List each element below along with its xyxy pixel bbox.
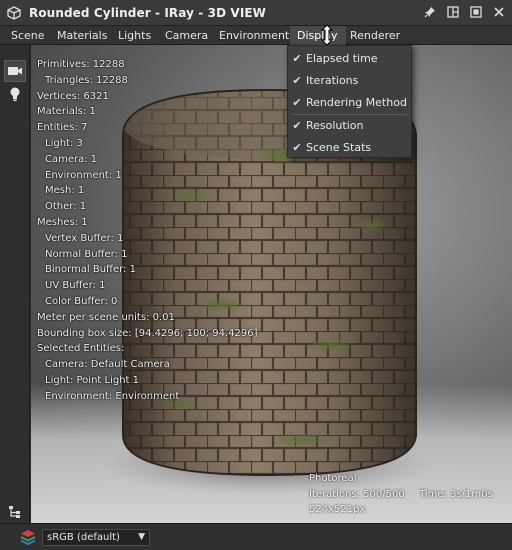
- camera-tool-button[interactable]: [4, 60, 26, 82]
- stat-camera: Camera: 1: [45, 153, 98, 165]
- scene-stats-overlay: Primitives: 12288 Triangles: 12288 Verti…: [37, 57, 258, 405]
- cube-icon: [7, 5, 21, 20]
- render-time: Time: 3s/1m0s: [419, 488, 493, 500]
- stat-meshes: Meshes: 1: [37, 216, 88, 228]
- stat-primitives: Primitives: 12288: [37, 59, 125, 70]
- color-space-select[interactable]: sRGB (default) ▼: [42, 528, 150, 546]
- maximize-icon[interactable]: [469, 5, 483, 19]
- stat-uv-buffer: UV Buffer: 1: [45, 280, 106, 292]
- menu-item-resolution[interactable]: ✔ Resolution: [288, 115, 411, 135]
- left-toolbar: [0, 45, 30, 523]
- close-icon[interactable]: [492, 5, 506, 19]
- stat-selected-entities: Selected Entities:: [37, 343, 125, 355]
- stat-other: Other: 1: [45, 201, 87, 213]
- stat-vertex-buffer: Vertex Buffer: 1: [45, 232, 124, 244]
- checkmark-icon: ✔: [292, 51, 302, 65]
- stat-meter-per-unit: Meter per scene units: 0.01: [37, 311, 175, 323]
- stat-entities: Entities: 7: [37, 122, 88, 134]
- resize-cursor-icon: [320, 24, 334, 46]
- stat-selected-light: Light: Point Light 1: [45, 374, 140, 386]
- stat-light: Light: 3: [45, 137, 83, 149]
- render-method: Photoreal: [309, 473, 357, 484]
- stat-mesh: Mesh: 1: [45, 185, 85, 197]
- menu-item-rendering-method[interactable]: ✔ Rendering Method: [288, 92, 411, 112]
- menu-item-elapsed-time[interactable]: ✔ Elapsed time: [288, 48, 411, 68]
- lightbulb-icon: [10, 87, 20, 101]
- checkmark-icon: ✔: [292, 118, 302, 132]
- menu-scene[interactable]: Scene: [11, 26, 45, 45]
- light-tool-button[interactable]: [4, 83, 26, 105]
- title-bar: Rounded Cylinder - IRay - 3D VIEW: [0, 0, 512, 26]
- stat-materials: Materials: 1: [37, 106, 96, 118]
- menu-renderer[interactable]: Renderer: [350, 26, 400, 45]
- stat-selected-environment: Environment: Environment: [45, 390, 180, 402]
- status-bar: sRGB (default) ▼: [0, 523, 512, 550]
- menu-environment[interactable]: Environment: [219, 26, 289, 45]
- window-title: Rounded Cylinder - IRay - 3D VIEW: [29, 5, 267, 20]
- menu-lights[interactable]: Lights: [118, 26, 151, 45]
- menu-camera[interactable]: Camera: [165, 26, 208, 45]
- checkmark-icon: ✔: [292, 73, 302, 87]
- render-resolution: 524x521px: [309, 504, 366, 515]
- display-dropdown-menu: ✔ Elapsed time ✔ Iterations ✔ Rendering …: [287, 45, 412, 158]
- hierarchy-icon[interactable]: [8, 505, 22, 519]
- stat-normal-buffer: Normal Buffer: 1: [45, 248, 128, 260]
- checkmark-icon: ✔: [292, 95, 302, 109]
- menu-bar: Scene Materials Lights Camera Environmen…: [0, 25, 512, 45]
- stat-triangles: Triangles: 12288: [45, 74, 128, 86]
- stat-selected-camera: Camera: Default Camera: [45, 359, 170, 371]
- render-info-overlay: Photoreal Iterations: 500/500 Time: 3s/1…: [309, 471, 493, 518]
- stat-bounding-box: Bounding box size: [94.4296; 100; 94.429…: [37, 327, 258, 339]
- menu-materials[interactable]: Materials: [57, 26, 107, 45]
- video-camera-icon: [8, 67, 22, 75]
- render-iterations: Iterations: 500/500: [309, 488, 405, 500]
- render-viewport[interactable]: Primitives: 12288 Triangles: 12288 Verti…: [31, 45, 512, 523]
- split-view-icon[interactable]: [446, 5, 460, 19]
- stat-vertices: Vertices: 6321: [37, 90, 109, 102]
- stat-binormal-buffer: Binormal Buffer: 1: [45, 264, 136, 276]
- checkmark-icon: ✔: [292, 140, 302, 154]
- pin-icon[interactable]: [423, 5, 437, 19]
- stat-environment: Environment: 1: [45, 169, 122, 181]
- stat-color-buffer: Color Buffer: 0: [45, 295, 118, 307]
- menu-item-iterations[interactable]: ✔ Iterations: [288, 70, 411, 90]
- menu-display[interactable]: Display: [290, 25, 346, 45]
- menu-item-scene-stats[interactable]: ✔ Scene Stats: [288, 137, 411, 157]
- layers-icon[interactable]: [19, 528, 37, 546]
- chevron-down-icon: ▼: [138, 531, 145, 542]
